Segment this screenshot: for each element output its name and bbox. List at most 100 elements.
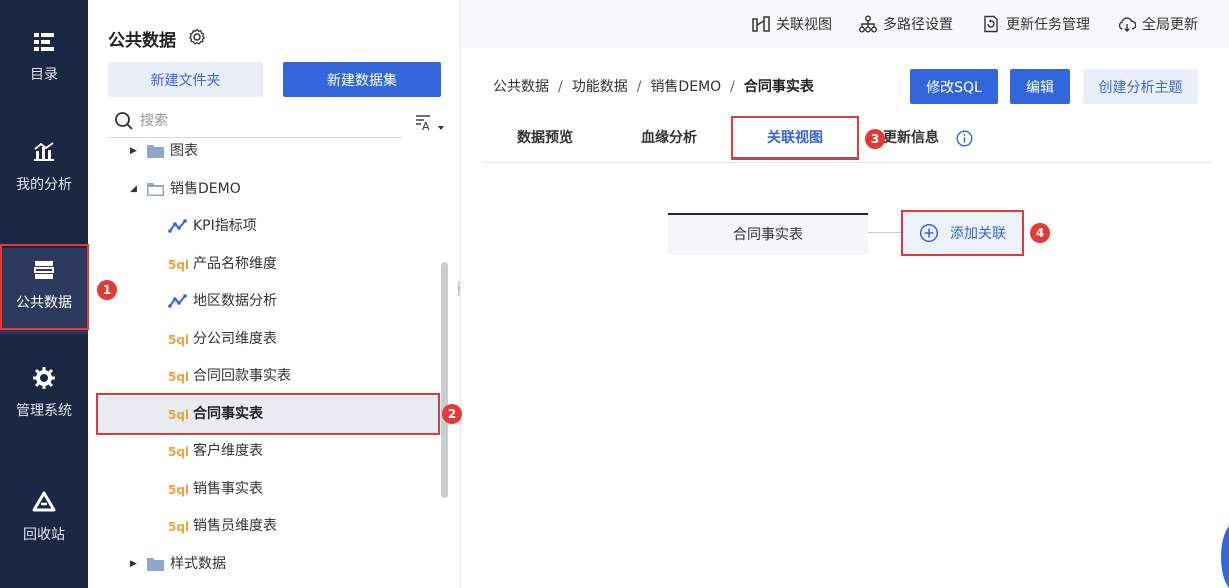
floating-help-button[interactable] bbox=[1221, 522, 1229, 588]
gear-cog-icon bbox=[33, 367, 55, 389]
highlight-box-1 bbox=[0, 244, 89, 330]
multi-path-icon bbox=[859, 15, 877, 33]
update-task-action[interactable]: 更新任务管理 bbox=[982, 13, 1100, 35]
sql-icon: 5ql bbox=[168, 370, 188, 384]
update-task-label: 更新任务管理 bbox=[1006, 17, 1090, 33]
breadcrumb-item[interactable]: 销售DEMO bbox=[650, 76, 721, 96]
svg-text:5ql: 5ql bbox=[168, 520, 188, 534]
multi-path-label: 多路径设置 bbox=[883, 17, 953, 33]
recycle-icon bbox=[32, 491, 56, 512]
breadcrumb: 公共数据 / 功能数据 / 销售DEMO / 合同事实表 bbox=[493, 76, 814, 98]
tree-node-label: 客户维度表 bbox=[193, 443, 263, 459]
rail-item-my-analysis[interactable]: 我的分析 bbox=[0, 140, 88, 226]
breadcrumb-current: 合同事实表 bbox=[743, 79, 814, 95]
create-analysis-topic-button[interactable]: 创建分析主题 bbox=[1083, 69, 1198, 104]
folder-open-icon bbox=[147, 183, 164, 196]
tree-node-sql[interactable]: 5ql 销售事实表 bbox=[96, 471, 440, 508]
step-marker-4: 4 bbox=[1030, 223, 1050, 243]
tree-node-folder[interactable]: ▶ 样式数据 bbox=[96, 546, 440, 583]
highlight-box-2 bbox=[96, 393, 440, 435]
caret-right-icon[interactable]: ▶ bbox=[130, 140, 142, 162]
tree-node-label: 销售DEMO bbox=[170, 181, 241, 197]
svg-text:A: A bbox=[422, 120, 430, 133]
rail-item-admin[interactable]: 管理系统 bbox=[0, 366, 88, 452]
relation-view-label: 关联视图 bbox=[776, 17, 832, 33]
sql-icon: 5ql bbox=[168, 445, 188, 459]
tree-node-label: 地区数据分析 bbox=[193, 293, 277, 309]
sort-az-icon[interactable]: A bbox=[414, 112, 446, 136]
breadcrumb-separator: / bbox=[558, 79, 563, 95]
folder-icon bbox=[147, 558, 164, 571]
edit-button[interactable]: 编辑 bbox=[1010, 69, 1070, 104]
relation-view-icon bbox=[752, 16, 770, 32]
tree-node-sql[interactable]: 5ql 合同回款事实表 bbox=[96, 358, 440, 395]
svg-text:5ql: 5ql bbox=[168, 370, 188, 384]
data-tree: ▶ 图表 ◢ 销售DEMO KPI指标项 5ql 产品名称维度 地区数据分析 5… bbox=[96, 140, 440, 588]
update-task-icon bbox=[984, 15, 998, 33]
cloud-update-icon bbox=[1118, 17, 1136, 32]
caret-down-icon[interactable]: ◢ bbox=[130, 171, 142, 208]
new-dataset-button[interactable]: 新建数据集 bbox=[283, 62, 441, 97]
tree-node-folder[interactable]: ▶ 图表 bbox=[96, 140, 440, 162]
breadcrumb-separator: / bbox=[636, 79, 642, 95]
tree-node-folder[interactable]: ◢ 销售DEMO bbox=[96, 171, 440, 208]
rail-label: 我的分析 bbox=[16, 177, 72, 193]
settings-gear-icon[interactable] bbox=[188, 28, 206, 46]
tree-node-label: 图表 bbox=[170, 143, 198, 159]
tree-node-label: 产品名称维度 bbox=[193, 256, 277, 272]
rail-label: 回收站 bbox=[23, 527, 65, 543]
relation-connector-line bbox=[868, 232, 904, 233]
tree-node-sql[interactable]: 5ql 客户维度表 bbox=[96, 433, 440, 470]
rail-label: 目录 bbox=[30, 67, 58, 83]
breadcrumb-separator: / bbox=[730, 79, 735, 95]
relation-view-action[interactable]: 关联视图 bbox=[752, 13, 842, 35]
rail-item-recycle[interactable]: 回收站 bbox=[0, 490, 88, 576]
global-update-action[interactable]: 全局更新 bbox=[1118, 13, 1208, 35]
step-marker-1: 1 bbox=[97, 280, 117, 300]
tree-node-kpi[interactable]: KPI指标项 bbox=[96, 208, 440, 245]
step-marker-3: 3 bbox=[865, 129, 885, 149]
sql-icon: 5ql bbox=[168, 258, 188, 272]
list-icon bbox=[34, 33, 54, 51]
top-toolbar: 关联视图 多路径设置 更新任务管理 全局更新 bbox=[462, 0, 1229, 48]
tab-lineage-analysis[interactable]: 血缘分析 bbox=[607, 118, 731, 162]
sql-icon: 5ql bbox=[168, 333, 188, 347]
sql-icon: 5ql bbox=[168, 520, 188, 534]
search-icon bbox=[115, 112, 133, 130]
panel-resize-handle[interactable]: ⁞ ⁞ bbox=[457, 280, 465, 301]
global-update-label: 全局更新 bbox=[1142, 17, 1198, 33]
info-icon[interactable] bbox=[956, 130, 973, 147]
highlight-box-4 bbox=[901, 210, 1024, 256]
step-marker-2: 2 bbox=[442, 404, 462, 424]
relation-source-table: 合同事实表 bbox=[668, 213, 868, 255]
edit-sql-button[interactable]: 修改SQL bbox=[910, 69, 998, 104]
svg-text:5ql: 5ql bbox=[168, 333, 188, 347]
search-input[interactable] bbox=[140, 109, 390, 133]
kpi-trend-icon bbox=[168, 294, 187, 308]
search-box bbox=[108, 104, 402, 138]
panel-title: 公共数据 bbox=[108, 31, 176, 51]
tab-data-preview[interactable]: 数据预览 bbox=[483, 118, 607, 162]
caret-right-icon[interactable]: ▶ bbox=[130, 546, 142, 583]
tree-node-sql[interactable]: 5ql 销售员维度表 bbox=[96, 508, 440, 545]
tree-node-kpi[interactable]: 地区数据分析 bbox=[96, 283, 440, 320]
multi-path-action[interactable]: 多路径设置 bbox=[859, 13, 963, 35]
sql-icon: 5ql bbox=[168, 483, 188, 497]
tree-node-label: 分公司维度表 bbox=[193, 331, 277, 347]
breadcrumb-item[interactable]: 公共数据 bbox=[493, 76, 549, 96]
breadcrumb-item[interactable]: 功能数据 bbox=[572, 76, 628, 96]
tree-node-sql[interactable]: 5ql 分公司维度表 bbox=[96, 321, 440, 358]
rail-item-catalog[interactable]: 目录 bbox=[0, 30, 88, 116]
tab-update-info[interactable]: 更新信息 bbox=[883, 118, 963, 162]
tree-scrollbar[interactable] bbox=[441, 262, 448, 498]
kpi-trend-icon bbox=[168, 219, 187, 233]
tree-node-label: 合同回款事实表 bbox=[193, 368, 291, 384]
svg-text:5ql: 5ql bbox=[168, 483, 188, 497]
tree-node-label: 销售员维度表 bbox=[193, 518, 277, 534]
new-folder-button[interactable]: 新建文件夹 bbox=[108, 62, 263, 97]
tree-node-label: 销售事实表 bbox=[193, 481, 263, 497]
chart-analysis-icon bbox=[34, 142, 54, 161]
tree-node-label: 样式数据 bbox=[170, 556, 226, 572]
data-tree-panel: 公共数据 新建文件夹 新建数据集 A ▶ 图表 ◢ 销售DEMO K bbox=[88, 0, 461, 588]
tree-node-sql[interactable]: 5ql 产品名称维度 bbox=[96, 246, 440, 283]
